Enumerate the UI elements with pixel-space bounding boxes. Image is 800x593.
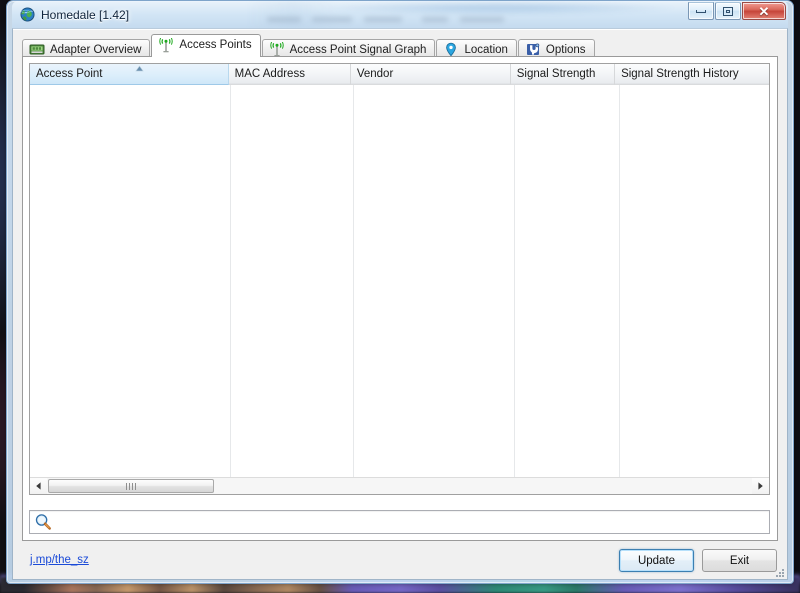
access-points-list[interactable]: Access Point MAC Address Vendor Signal S… xyxy=(29,63,770,495)
chevron-left-icon xyxy=(36,482,41,490)
tab-label: Adapter Overview xyxy=(50,43,142,56)
application-window: Homedale [1.42] ✕ Adapter Overview Acces… xyxy=(6,0,794,584)
footer-button-row: Update Exit xyxy=(619,549,777,572)
window-title: Homedale [1.42] xyxy=(41,7,130,22)
column-header-label: Vendor xyxy=(356,68,394,80)
column-header-mac-address[interactable]: MAC Address xyxy=(228,64,351,85)
column-header-signal-strength[interactable]: Signal Strength xyxy=(510,64,616,85)
tool-icon xyxy=(526,43,540,55)
network-card-icon xyxy=(29,44,45,55)
tab-strip: Adapter Overview Access Points Access Po… xyxy=(22,34,778,59)
grip-dots-icon xyxy=(126,482,136,490)
scroll-right-arrow[interactable] xyxy=(752,478,769,494)
tab-label: Access Point Signal Graph xyxy=(289,43,427,56)
tab-access-points[interactable]: Access Points xyxy=(151,34,261,57)
column-header-label: Signal Strength History xyxy=(621,68,739,80)
tab-label: Access Points xyxy=(179,39,252,51)
minimize-icon xyxy=(696,9,706,13)
list-body-empty[interactable] xyxy=(30,85,769,477)
column-header-vendor[interactable]: Vendor xyxy=(350,64,511,85)
close-icon: ✕ xyxy=(758,3,770,19)
map-pin-icon xyxy=(446,42,457,57)
wifi-antenna-icon xyxy=(269,42,284,57)
magnifier-icon xyxy=(35,514,51,530)
tab-label: Options xyxy=(545,43,586,56)
footer-bar: j.mp/the_sz Update Exit xyxy=(13,543,787,579)
minimize-button[interactable] xyxy=(688,2,714,20)
credit-link[interactable]: j.mp/the_sz xyxy=(30,554,89,566)
column-header-label: Access Point xyxy=(36,68,103,80)
column-header-label: MAC Address xyxy=(234,68,305,80)
column-header-access-point[interactable]: Access Point xyxy=(30,64,229,85)
restore-button[interactable] xyxy=(715,2,741,20)
column-divider xyxy=(514,85,515,477)
horizontal-scrollbar[interactable] xyxy=(30,477,769,494)
window-title-group: Homedale [1.42] xyxy=(20,5,129,24)
globe-icon xyxy=(20,7,35,22)
column-header-label: Signal Strength xyxy=(516,68,596,80)
window-controls: ✕ xyxy=(688,2,786,20)
list-header-row: Access Point MAC Address Vendor Signal S… xyxy=(30,64,769,85)
window-client-area: Adapter Overview Access Points Access Po… xyxy=(12,28,788,580)
column-divider xyxy=(619,85,620,477)
tab-page-access-points: Access Point MAC Address Vendor Signal S… xyxy=(22,56,778,541)
tab-label: Location xyxy=(464,43,508,56)
column-divider xyxy=(230,85,231,477)
window-title-bar[interactable]: Homedale [1.42] ✕ xyxy=(12,1,788,28)
sort-ascending-icon xyxy=(135,65,144,72)
column-header-signal-strength-history[interactable]: Signal Strength History xyxy=(615,64,769,85)
resize-grip-icon[interactable] xyxy=(773,566,784,577)
close-button[interactable]: ✕ xyxy=(742,2,786,20)
search-bar[interactable] xyxy=(29,510,770,534)
column-divider xyxy=(353,85,354,477)
chevron-right-icon xyxy=(758,482,763,490)
scroll-left-arrow[interactable] xyxy=(30,478,47,494)
scrollbar-track[interactable] xyxy=(47,478,752,494)
restore-icon xyxy=(723,6,733,16)
update-button[interactable]: Update xyxy=(619,549,694,572)
exit-button[interactable]: Exit xyxy=(702,549,777,572)
search-input[interactable] xyxy=(52,512,769,532)
wifi-antenna-icon xyxy=(159,37,174,52)
scrollbar-thumb[interactable] xyxy=(48,479,214,493)
